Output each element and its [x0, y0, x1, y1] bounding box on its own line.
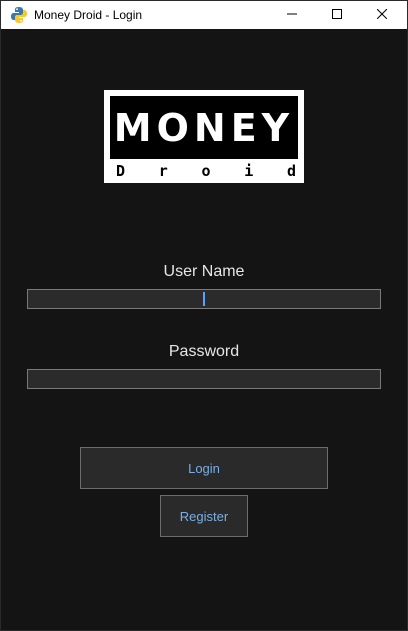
close-icon: [376, 6, 387, 24]
login-button[interactable]: Login: [80, 447, 328, 489]
logo-title: MONEY: [113, 105, 295, 150]
username-label: User Name: [163, 263, 245, 280]
logo-letter: o: [201, 162, 211, 180]
register-button[interactable]: Register: [160, 495, 248, 537]
logo-subtitle: D r o i d: [104, 159, 304, 183]
login-window: Money Droid - Login MONEY D r o i d User…: [0, 0, 408, 631]
minimize-icon: [286, 6, 297, 24]
logo-letter: i: [244, 162, 254, 180]
minimize-button[interactable]: [269, 1, 314, 29]
window-title: Money Droid - Login: [34, 8, 143, 22]
logo-letter: d: [286, 162, 296, 180]
edge-artifact: [1, 206, 4, 214]
title-bar[interactable]: Money Droid - Login: [1, 1, 407, 29]
logo-letter: D: [116, 162, 126, 180]
python-icon: [10, 6, 28, 24]
text-caret: [203, 292, 205, 306]
maximize-icon: [331, 6, 342, 24]
password-label: Password: [168, 343, 240, 360]
maximize-button[interactable]: [314, 1, 359, 29]
password-input[interactable]: [27, 369, 381, 389]
money-droid-logo: MONEY D r o i d: [104, 90, 304, 183]
close-button[interactable]: [359, 1, 404, 29]
logo-letter: r: [158, 162, 168, 180]
